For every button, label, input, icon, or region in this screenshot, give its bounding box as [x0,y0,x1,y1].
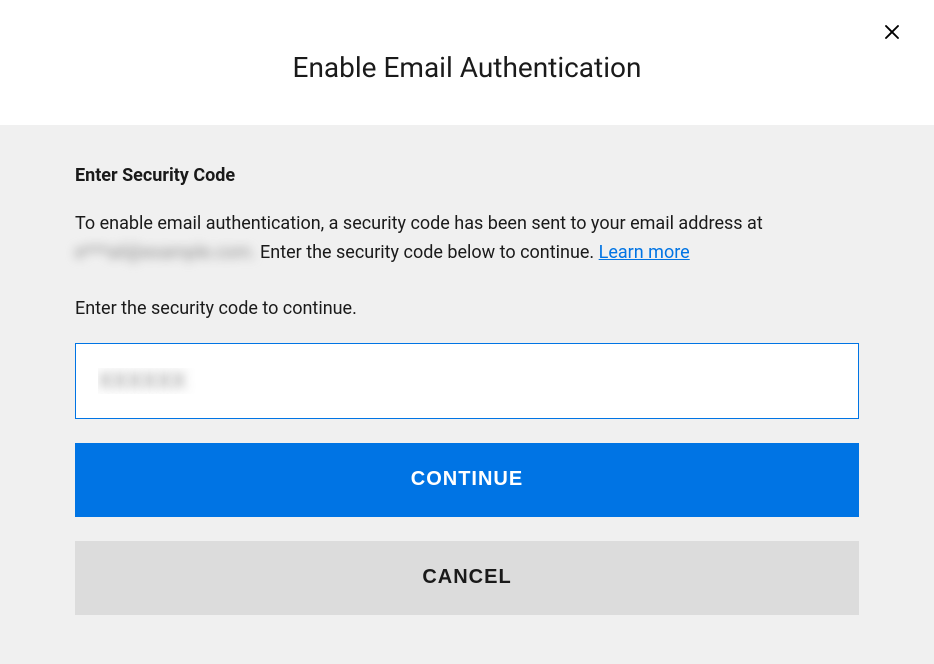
learn-more-link[interactable]: Learn more [599,242,690,263]
section-heading: Enter Security Code [75,165,859,186]
cancel-button[interactable]: CANCEL [75,541,859,615]
dialog-header: Enable Email Authentication [0,0,934,125]
page-title: Enable Email Authentication [293,51,642,84]
close-icon [883,23,901,41]
input-label: Enter the security code to continue. [75,298,859,319]
dialog-content: Enter Security Code To enable email auth… [0,125,934,664]
description-part1: To enable email authentication, a securi… [75,213,763,234]
description-part2: Enter the security code below to continu… [256,242,599,263]
masked-email: e***ail@example.com. [75,239,256,268]
close-button[interactable] [880,20,904,44]
continue-button[interactable]: CONTINUE [75,443,859,517]
description-text: To enable email authentication, a securi… [75,210,859,268]
security-code-input[interactable] [75,343,859,419]
